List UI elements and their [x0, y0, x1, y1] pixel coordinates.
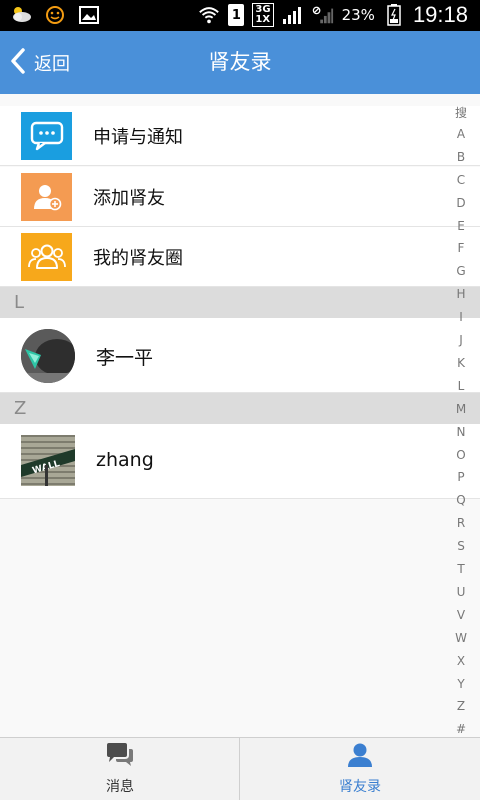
index-letter[interactable]: E	[446, 219, 476, 233]
index-letter[interactable]: C	[446, 173, 476, 187]
index-letter[interactable]: D	[446, 196, 476, 210]
no-signal-icon	[312, 4, 334, 26]
network-bottom-label: 1X	[255, 14, 271, 25]
tab-kidney-friends[interactable]: 肾友录	[240, 738, 480, 800]
index-letter[interactable]: Z	[446, 699, 476, 713]
applications-notifications-label: 申请与通知	[93, 126, 183, 148]
index-letter[interactable]: O	[446, 448, 476, 462]
group-icon	[21, 232, 72, 281]
index-letter[interactable]: X	[446, 654, 476, 668]
index-letter[interactable]: F	[446, 241, 476, 255]
chevron-left-icon	[10, 47, 26, 78]
contact-name: 李一平	[96, 347, 154, 369]
alphabet-index-bar[interactable]: 搜 A B C D E F G H I J K L M N O P Q R S T U V W X Y Z #	[446, 104, 476, 740]
tab-kidney-friends-label: 肾友录	[339, 779, 381, 795]
page-title: 肾友录	[208, 50, 272, 74]
section-header-z: Z	[0, 393, 480, 424]
index-letter[interactable]: W	[446, 631, 476, 645]
status-left-icons	[10, 4, 100, 26]
back-label: 返回	[34, 53, 70, 75]
contact-name: zhang	[96, 449, 154, 471]
applications-notifications-item[interactable]: 申请与通知	[0, 106, 480, 166]
add-kidney-friend-label: 添加肾友	[93, 187, 165, 209]
index-letter[interactable]: P	[446, 470, 476, 484]
index-letter[interactable]: N	[446, 425, 476, 439]
index-letter[interactable]: #	[446, 722, 476, 736]
tab-messages-label: 消息	[106, 779, 134, 795]
add-user-icon	[21, 172, 72, 221]
index-letter[interactable]: U	[446, 585, 476, 599]
index-letter[interactable]: S	[446, 539, 476, 553]
add-kidney-friend-item[interactable]: 添加肾友	[0, 167, 480, 227]
battery-icon	[383, 4, 405, 26]
contact-row[interactable]: 李一平	[0, 318, 480, 393]
index-letter[interactable]: H	[446, 287, 476, 301]
index-letter[interactable]: J	[446, 333, 476, 347]
status-right-icons: 1 3G 1X 23% 19:18	[198, 2, 468, 28]
tab-messages[interactable]: 消息	[0, 738, 240, 800]
image-icon	[78, 4, 100, 26]
back-button[interactable]: 返回	[10, 31, 70, 94]
index-letter[interactable]: A	[446, 127, 476, 141]
my-kidney-friend-circle-label: 我的肾友圈	[93, 247, 183, 269]
emoji-icon	[44, 4, 66, 26]
clock: 19:18	[412, 2, 468, 27]
index-letter[interactable]: B	[446, 150, 476, 164]
network-type-badge: 3G 1X	[252, 3, 274, 27]
index-letter[interactable]: L	[446, 379, 476, 393]
title-bar: 肾友录 返回	[0, 31, 480, 94]
wifi-icon	[198, 4, 220, 26]
contact-row[interactable]: WALL zhang	[0, 424, 480, 499]
index-letter[interactable]: I	[446, 310, 476, 324]
battery-percent: 23%	[341, 6, 375, 24]
sim-slot-badge: 1	[228, 4, 245, 26]
index-letter[interactable]: V	[446, 608, 476, 622]
wall-street-sign-icon: WALL	[21, 435, 75, 486]
chat-bubble-icon	[21, 111, 72, 160]
index-letter[interactable]: Y	[446, 677, 476, 691]
index-letter[interactable]: M	[446, 402, 476, 416]
message-bubbles-icon	[105, 742, 135, 772]
index-letter[interactable]: K	[446, 356, 476, 370]
avatar-round-icon	[21, 329, 75, 383]
my-kidney-friend-circle-item[interactable]: 我的肾友圈	[0, 227, 480, 287]
contact-list[interactable]: 申请与通知 添加肾友 我的肾友圈 L 李一平 Z WALL zhang	[0, 94, 480, 737]
index-letter[interactable]: 搜	[446, 104, 476, 121]
weather-icon	[10, 4, 32, 26]
index-letter[interactable]: T	[446, 562, 476, 576]
index-letter[interactable]: G	[446, 264, 476, 278]
person-icon	[346, 742, 374, 772]
section-header-l: L	[0, 287, 480, 318]
status-bar: 1 3G 1X 23% 19:18	[0, 0, 480, 31]
signal-icon	[282, 4, 304, 26]
bottom-tab-bar: 消息 肾友录	[0, 737, 480, 800]
index-letter[interactable]: R	[446, 516, 476, 530]
index-letter[interactable]: Q	[446, 493, 476, 507]
